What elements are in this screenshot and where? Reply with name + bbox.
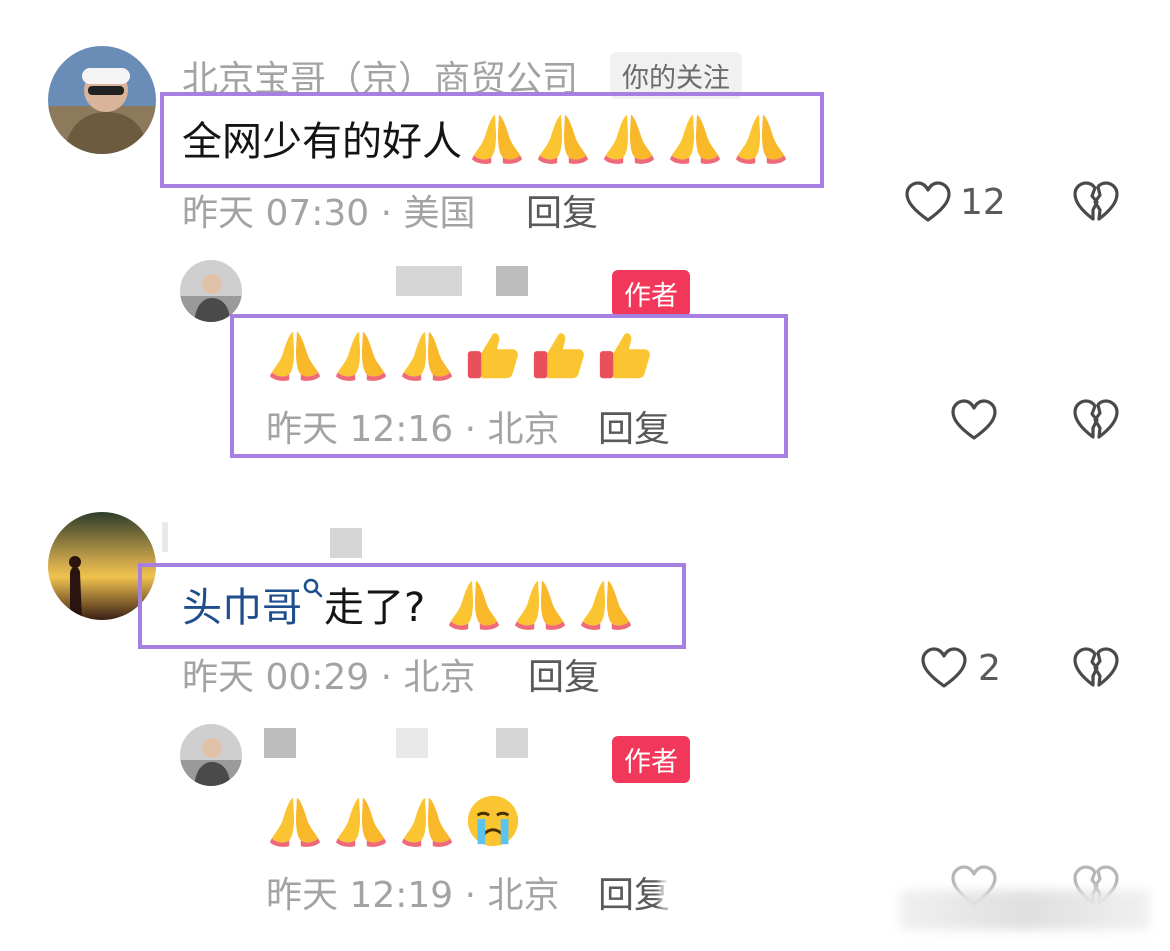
reply-button[interactable]: 回复 xyxy=(598,400,670,452)
emoji-row xyxy=(468,109,790,167)
broken-heart-icon xyxy=(1072,398,1120,442)
folded-hands-icon xyxy=(732,109,790,167)
dislike-button[interactable] xyxy=(1072,180,1120,228)
thumbs-up-icon xyxy=(464,326,522,384)
crying-face-icon xyxy=(464,792,522,850)
folded-hands-icon xyxy=(398,326,456,384)
reply-button[interactable]: 回复 xyxy=(528,648,600,700)
watermark-blur xyxy=(660,866,690,910)
comment-text: 走了? xyxy=(324,585,426,631)
avatar[interactable] xyxy=(180,260,242,322)
heart-icon xyxy=(920,646,968,690)
redacted-username xyxy=(496,728,528,758)
folded-hands-icon xyxy=(266,326,324,384)
broken-heart-icon xyxy=(1072,646,1120,690)
like-button[interactable]: 2 xyxy=(920,646,1001,690)
watermark xyxy=(900,890,1150,930)
folded-hands-icon xyxy=(332,326,390,384)
dislike-button[interactable] xyxy=(1072,398,1120,446)
folded-hands-icon xyxy=(600,109,658,167)
folded-hands-icon xyxy=(577,575,635,633)
avatar-image xyxy=(48,46,156,154)
author-badge: 作者 xyxy=(612,736,690,783)
dislike-button[interactable] xyxy=(1072,646,1120,694)
avatar-image xyxy=(180,724,242,786)
redacted-username xyxy=(162,522,168,552)
comment-timestamp: 昨天 07:30 · 美国 xyxy=(182,193,476,234)
heart-icon xyxy=(950,398,998,442)
like-count: 2 xyxy=(978,647,1001,689)
reply-timestamp: 昨天 12:16 · 北京 xyxy=(266,409,560,450)
folded-hands-icon xyxy=(666,109,724,167)
redacted-username xyxy=(330,528,362,558)
search-link[interactable]: 头巾哥 xyxy=(182,575,302,633)
author-badge: 作者 xyxy=(612,270,690,317)
like-button[interactable]: 12 xyxy=(904,180,1006,224)
reply-button[interactable]: 回复 xyxy=(526,184,598,236)
redacted-username xyxy=(264,728,296,758)
comment-body: 头巾哥 走了? xyxy=(182,574,635,634)
reply-emoji-row xyxy=(266,326,654,384)
comment-text: 全网少有的好人 xyxy=(182,119,462,165)
avatar[interactable] xyxy=(180,724,242,786)
broken-heart-icon xyxy=(1072,180,1120,224)
folded-hands-icon xyxy=(468,109,526,167)
avatar[interactable] xyxy=(48,46,156,154)
thumbs-up-icon xyxy=(596,326,654,384)
folded-hands-icon xyxy=(266,792,324,850)
redacted-username xyxy=(396,266,462,296)
folded-hands-icon xyxy=(332,792,390,850)
avatar-image xyxy=(180,260,242,322)
folded-hands-icon xyxy=(398,792,456,850)
emoji-row xyxy=(445,575,635,633)
comment-body: 全网少有的好人 xyxy=(182,108,790,168)
like-button[interactable] xyxy=(950,398,998,446)
folded-hands-icon xyxy=(534,109,592,167)
like-count: 12 xyxy=(960,181,1006,223)
reply-timestamp: 昨天 12:19 · 北京 xyxy=(266,875,560,916)
heart-icon xyxy=(904,180,952,224)
folded-hands-icon xyxy=(511,575,569,633)
folded-hands-icon xyxy=(445,575,503,633)
comment-timestamp: 昨天 00:29 · 北京 xyxy=(182,657,476,698)
thumbs-up-icon xyxy=(530,326,588,384)
reply-emoji-row xyxy=(266,792,522,850)
redacted-username xyxy=(396,728,428,758)
search-icon[interactable] xyxy=(302,576,324,606)
redacted-username xyxy=(496,266,528,296)
